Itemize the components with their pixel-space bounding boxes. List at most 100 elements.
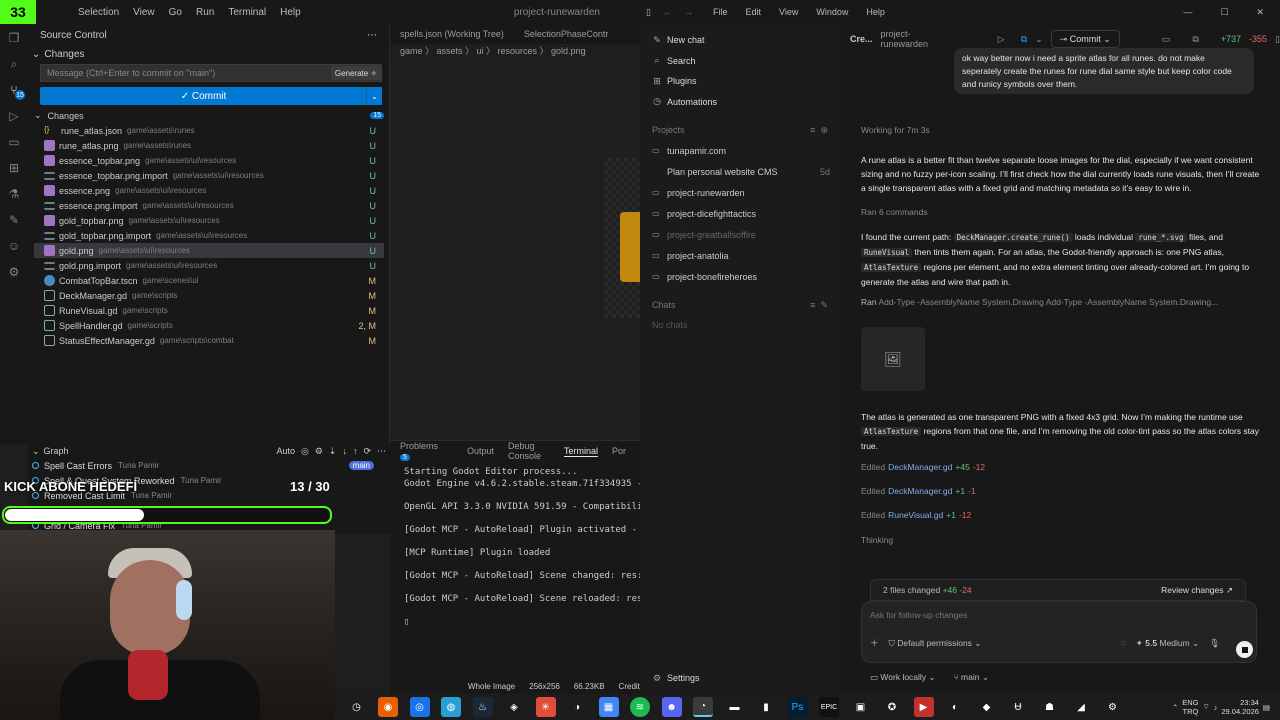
thread-title[interactable]: Cre...: [850, 34, 873, 44]
thread-project[interactable]: project-runewarden: [881, 29, 936, 49]
tab-terminal[interactable]: Terminal: [563, 446, 598, 457]
window-icon[interactable]: ⧉: [1192, 34, 1198, 45]
menu-terminal[interactable]: Terminal: [228, 7, 266, 18]
filter-icon[interactable]: ≡: [810, 125, 815, 135]
changed-file-row[interactable]: rune_atlas.png game\assets\runes U: [34, 138, 384, 153]
volume-icon[interactable]: ♪: [1214, 703, 1218, 712]
source-control-icon[interactable]: ⑂ 15: [6, 82, 25, 100]
extensions-icon[interactable]: ⊞: [6, 160, 22, 176]
add-attachment-icon[interactable]: ＋: [870, 637, 879, 649]
status-whole-image[interactable]: Whole Image: [468, 682, 515, 691]
pull-icon[interactable]: ↓: [342, 446, 347, 456]
tab-ports[interactable]: Por: [612, 446, 626, 456]
menu-run[interactable]: Run: [196, 7, 214, 18]
menu-view[interactable]: View: [133, 7, 155, 18]
app-colorful-icon[interactable]: ▦: [598, 697, 619, 717]
discord-icon[interactable]: ☻: [661, 697, 682, 717]
permissions-dropdown[interactable]: ⛉ Default permissions ⌄: [889, 638, 982, 649]
search-button[interactable]: ⌕ Search: [640, 51, 840, 72]
new-chat-icon[interactable]: ✎: [820, 300, 828, 310]
ran-commands[interactable]: Ran 6 commands: [861, 207, 928, 217]
fetch-icon[interactable]: ⇣: [329, 446, 337, 457]
unity-icon[interactable]: ◈: [504, 697, 524, 717]
vscode-open-icon[interactable]: ⧉: [1021, 34, 1027, 45]
explorer-icon[interactable]: ❐: [6, 30, 22, 46]
changed-file-row[interactable]: essence_topbar.png.import game\assets\ui\…: [34, 168, 384, 183]
more-icon[interactable]: ⋯: [377, 446, 386, 457]
work-locally-dropdown[interactable]: ▭ Work locally ⌄: [870, 672, 936, 683]
graph-auto[interactable]: Auto: [276, 446, 295, 456]
app-red-icon[interactable]: ▶: [913, 697, 934, 717]
branch-dropdown[interactable]: ⑂ main ⌄: [954, 672, 989, 683]
diff-removed[interactable]: -355: [1249, 34, 1267, 44]
changed-file-row[interactable]: gold_topbar.png.import game\assets\ui\res…: [34, 228, 384, 243]
project-item[interactable]: ▭ project-bonefireheroes: [640, 266, 840, 287]
push-icon[interactable]: ↑: [353, 446, 358, 456]
app-orange-icon[interactable]: ✳: [535, 697, 556, 717]
testing-icon[interactable]: ⚗: [6, 186, 22, 202]
run-debug-icon[interactable]: ▷: [6, 108, 22, 124]
changed-file-row[interactable]: RuneVisual.gd game\scripts M: [34, 303, 384, 318]
app-purple-icon[interactable]: ◆: [977, 697, 997, 717]
changed-file-row[interactable]: essence.png.import game\assets\ui\resourc…: [34, 198, 384, 213]
unreal-icon[interactable]: Ʉ: [1008, 697, 1028, 717]
terminal-icon[interactable]: ▭: [1162, 34, 1171, 45]
generate-button[interactable]: Generate ✧: [331, 66, 381, 80]
network-icon[interactable]: ⌔: [1203, 702, 1210, 712]
new-chat-button[interactable]: ✎ New chat: [640, 30, 840, 51]
automations-button[interactable]: ◷ Automations: [640, 92, 840, 113]
menu-file[interactable]: File: [713, 7, 728, 17]
edit-row[interactable]: Edited RuneVisual.gd +1 -12: [861, 510, 1261, 534]
language-indicator[interactable]: ENG TRQ: [1182, 698, 1198, 716]
settings-button[interactable]: ⚙ Settings: [640, 668, 840, 689]
forward-icon[interactable]: →: [684, 7, 693, 17]
changed-file-row[interactable]: CombatTopBar.tscn game\scenes\ui M: [34, 273, 384, 288]
edge-icon[interactable]: ◍: [441, 697, 461, 717]
changed-file-row[interactable]: DeckManager.gd game\scripts M: [34, 288, 384, 303]
project-item[interactable]: ▭ tunapamir.com: [640, 140, 840, 161]
firefox-icon[interactable]: ◉: [378, 697, 398, 717]
project-item[interactable]: Plan personal website CMS 5d: [640, 161, 840, 182]
add-project-icon[interactable]: ⊕: [820, 125, 828, 135]
clock[interactable]: 23:34 29.04.2026: [1221, 698, 1259, 716]
settings-icon[interactable]: ⚙: [315, 446, 323, 457]
run-icon[interactable]: ▷: [998, 34, 1005, 45]
menu-view[interactable]: View: [779, 7, 798, 17]
graph-header[interactable]: ⌄ Graph Auto ◎ ⚙ ⇣ ↓ ↑ ⟳ ⋯: [28, 444, 390, 458]
mic-icon[interactable]: 🎙: [1209, 638, 1220, 649]
close-icon[interactable]: ✕: [1256, 7, 1264, 18]
changed-file-row[interactable]: gold.png.import game\assets\ui\resources U: [34, 258, 384, 273]
steam-icon[interactable]: ♨: [472, 697, 493, 717]
search-icon[interactable]: ⌕: [6, 56, 22, 72]
files-changed-bar[interactable]: 2 files changed +46 -24 Review changes ↗: [870, 579, 1246, 601]
commit-button[interactable]: ⊸ Commit ⌄: [1050, 30, 1120, 48]
tab-problems[interactable]: Problems 5: [400, 441, 453, 461]
more-icon[interactable]: ⋯: [367, 30, 377, 41]
changes-section-header[interactable]: ⌄ Changes: [28, 46, 389, 62]
target-icon[interactable]: ◎: [301, 446, 309, 457]
notification-icon[interactable]: ▤: [1263, 703, 1270, 712]
changed-file-row[interactable]: essence_topbar.png game\assets\ui\resourc…: [34, 153, 384, 168]
stop-button[interactable]: [1236, 641, 1253, 658]
menu-help[interactable]: Help: [866, 7, 885, 17]
breadcrumb[interactable]: game 〉 assets 〉 ui 〉 resources 〉 gold.pn…: [400, 44, 640, 58]
notes-icon[interactable]: ▮: [756, 697, 776, 717]
browser-icon[interactable]: ◎: [409, 697, 430, 717]
tab-selection-phase[interactable]: SelectionPhaseContr: [514, 29, 619, 39]
project-item[interactable]: ▭ project-anatolia: [640, 245, 840, 266]
tray-chevron-icon[interactable]: ⌃: [1172, 703, 1178, 712]
star-app-icon[interactable]: ✪: [882, 697, 902, 717]
extensions-icon[interactable]: ⚙: [6, 264, 22, 280]
explorer-app-icon[interactable]: ▣: [851, 697, 871, 717]
changed-file-row[interactable]: {} rune_atlas.json game\assets\runes U: [34, 123, 384, 138]
terminal-output[interactable]: Starting Godot Editor process... Godot E…: [390, 461, 640, 634]
edit-row[interactable]: Edited DeckManager.gd +1 -1: [861, 486, 1261, 510]
github-icon[interactable]: ◑: [567, 697, 587, 717]
menu-selection[interactable]: Selection: [78, 7, 119, 18]
epic-games-icon[interactable]: EPIC: [819, 697, 839, 717]
commit-dropdown-button[interactable]: ⌄: [366, 87, 382, 105]
model-dropdown[interactable]: ✦ 5.5 Medium ⌄: [1136, 638, 1199, 649]
app-blue-icon[interactable]: ◢: [1071, 697, 1091, 717]
sidebar-toggle-icon[interactable]: ▯: [646, 7, 651, 18]
gear-app-icon[interactable]: ⚙: [1103, 697, 1123, 717]
